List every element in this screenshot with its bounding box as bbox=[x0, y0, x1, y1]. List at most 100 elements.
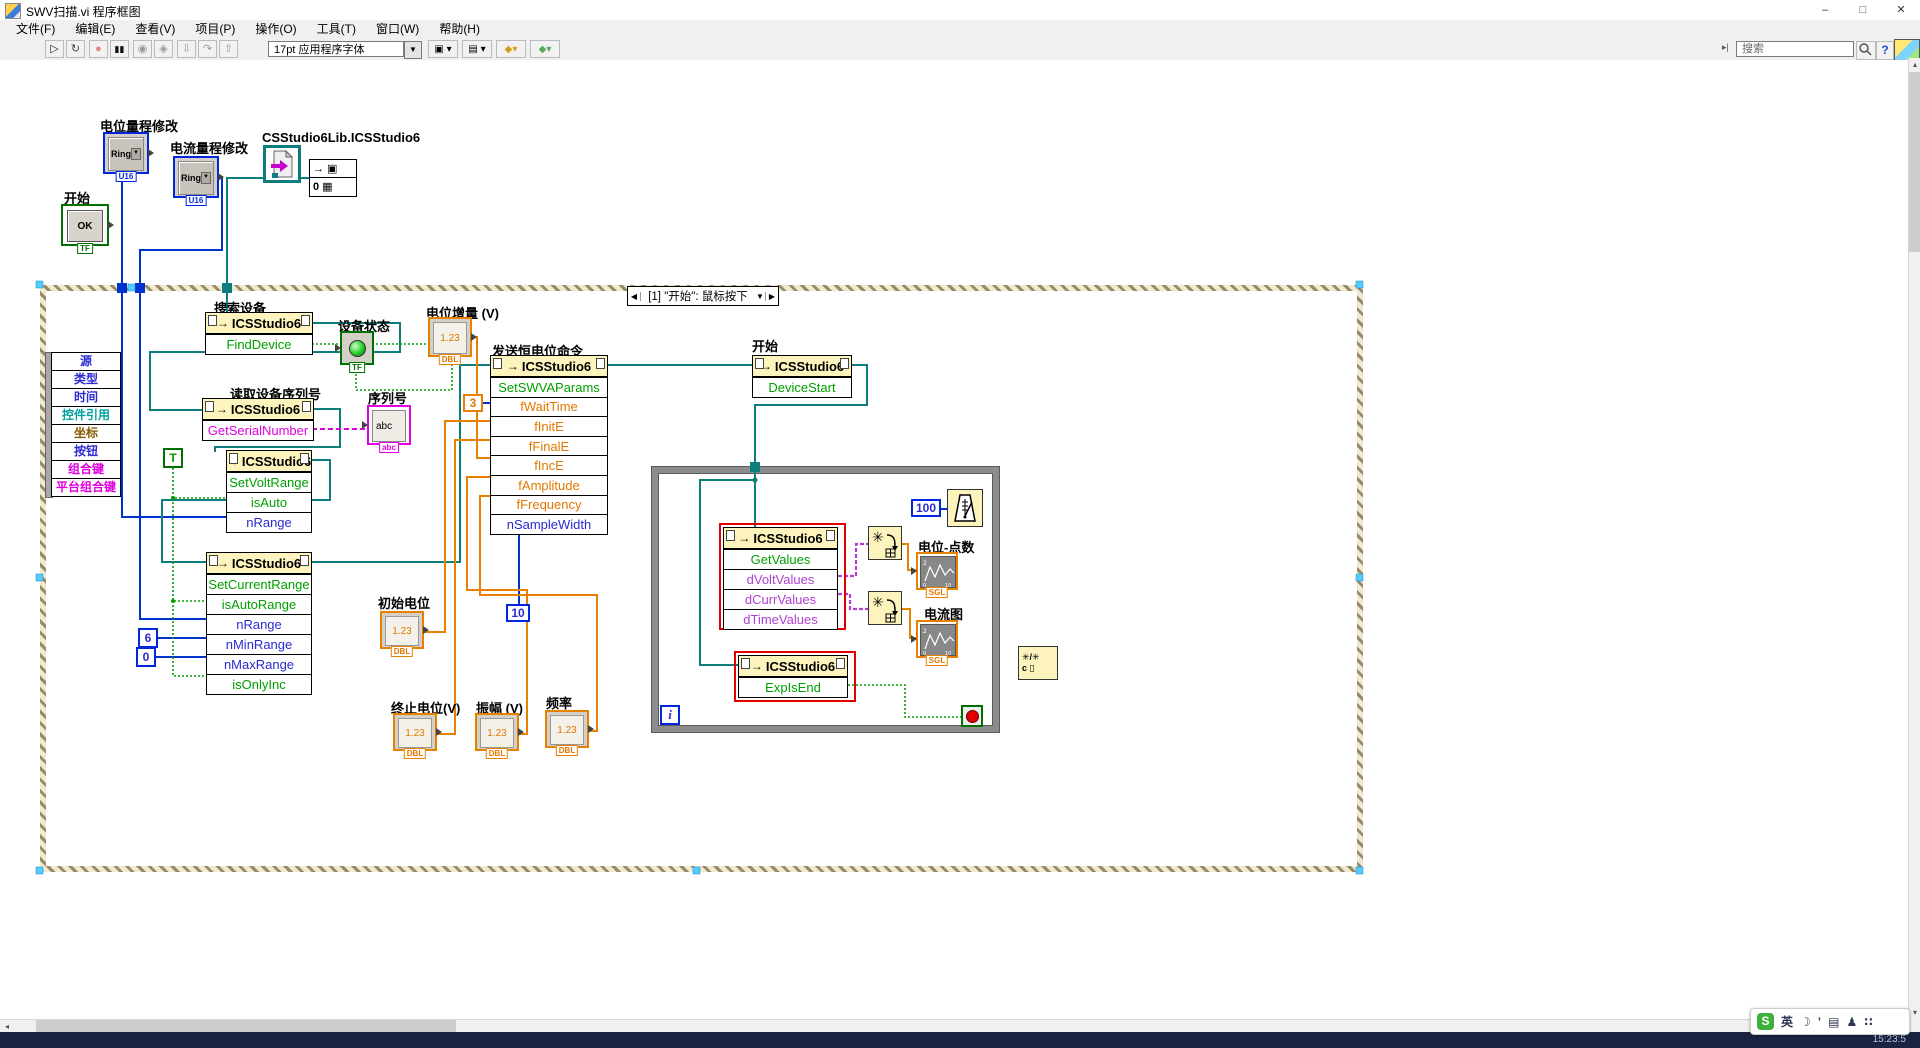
start-ok-button-terminal[interactable]: OK TF bbox=[61, 204, 109, 246]
true-constant[interactable]: T bbox=[163, 448, 183, 468]
abort-button[interactable]: ● bbox=[89, 40, 108, 58]
search-collapse-icon[interactable]: ▸| bbox=[1722, 42, 1729, 53]
current-chart-terminal[interactable]: 2010 SGL bbox=[916, 620, 958, 658]
ime-language-toggle[interactable]: 英 bbox=[1781, 1013, 1793, 1030]
moon-icon[interactable]: ☽ bbox=[1800, 1015, 1811, 1029]
invoke-node-set-current-range[interactable]: →ICSStudio6 SetCurrentRange isAutoRange … bbox=[206, 552, 312, 695]
method-row[interactable]: FindDevice bbox=[206, 334, 312, 354]
method-row[interactable]: SetSWVAParams bbox=[491, 377, 607, 397]
scroll-up-icon[interactable]: ▴ bbox=[1908, 58, 1920, 71]
font-selector[interactable]: 17pt 应用程序字体 bbox=[268, 41, 404, 57]
wait-time-constant[interactable]: 3 bbox=[463, 394, 483, 412]
method-row[interactable]: GetSerialNumber bbox=[203, 420, 313, 440]
step-out-button[interactable]: ⇧ bbox=[219, 40, 238, 58]
ring-dropdown-icon[interactable]: ▼ bbox=[201, 172, 211, 184]
param-row[interactable]: isOnlyInc bbox=[207, 674, 311, 694]
method-row[interactable]: DeviceStart bbox=[753, 377, 851, 397]
invoke-node-device-start[interactable]: →ICSStudio6 DeviceStart bbox=[752, 355, 852, 398]
param-row[interactable]: fFrequency bbox=[491, 495, 607, 515]
min-range-constant[interactable]: 6 bbox=[138, 628, 158, 648]
step-over-button[interactable]: ↷ bbox=[198, 40, 217, 58]
menu-help[interactable]: 帮助(H) bbox=[429, 20, 490, 38]
prev-case-icon[interactable]: ◀ bbox=[628, 292, 641, 301]
event-case-selector[interactable]: ◀ [1] "开始": 鼠标按下 ▼ ▶ bbox=[627, 286, 779, 306]
pot-points-chart-terminal[interactable]: 2010 SGL bbox=[916, 552, 958, 590]
device-status-led[interactable]: TF bbox=[340, 331, 374, 365]
menu-edit[interactable]: 编辑(E) bbox=[65, 20, 125, 38]
param-row[interactable]: dTimeValues bbox=[724, 609, 837, 629]
invoke-node-get-values[interactable]: →ICSStudio6 GetValues dVoltValues dCurrV… bbox=[723, 527, 838, 630]
maximize-button[interactable]: □ bbox=[1844, 0, 1882, 20]
event-data-node[interactable]: 源 类型 时间 控件引用 坐标 按钮 组合键 平台组合键 bbox=[51, 352, 121, 497]
method-row[interactable]: ExpIsEnd bbox=[739, 677, 847, 697]
pot-range-ring-control[interactable]: Ring▼ U16 bbox=[103, 132, 149, 174]
invoke-node-set-swva-params[interactable]: →ICSStudio6 SetSWVAParams fWaitTime fIni… bbox=[490, 355, 608, 535]
param-row[interactable]: isAutoRange bbox=[207, 594, 311, 614]
param-row[interactable]: fAmplitude bbox=[491, 475, 607, 495]
sogou-logo-icon[interactable]: S bbox=[1757, 1013, 1774, 1030]
final-pot-control[interactable]: 1.23 DBL bbox=[393, 713, 437, 751]
cluster-vi-icon[interactable]: ✳/✳ c ▯ bbox=[1018, 646, 1058, 680]
param-row[interactable]: fFinalE bbox=[491, 436, 607, 456]
method-row[interactable]: GetValues bbox=[724, 549, 837, 569]
keyboard-icon[interactable]: ▤ bbox=[1828, 1015, 1839, 1029]
pot-inc-control[interactable]: 1.23 DBL bbox=[428, 317, 472, 357]
menu-window[interactable]: 窗口(W) bbox=[366, 20, 429, 38]
run-button[interactable]: ▷ bbox=[45, 40, 64, 58]
person-icon[interactable]: ♟ bbox=[1846, 1015, 1857, 1029]
max-range-constant[interactable]: 0 bbox=[136, 647, 156, 667]
param-row[interactable]: fIncE bbox=[491, 455, 607, 475]
sample-width-constant[interactable]: 10 bbox=[506, 604, 530, 622]
menu-project[interactable]: 项目(P) bbox=[185, 20, 245, 38]
param-row[interactable]: nRange bbox=[207, 614, 311, 634]
method-row[interactable]: SetVoltRange bbox=[227, 472, 311, 492]
loop-condition-terminal[interactable] bbox=[961, 705, 983, 727]
invoke-node-exp-is-end[interactable]: →ICSStudio6 ExpIsEnd bbox=[738, 655, 848, 698]
invoke-node-get-serial[interactable]: →ICSStudio6 GetSerialNumber bbox=[202, 398, 314, 441]
param-row[interactable]: fInitE bbox=[491, 416, 607, 436]
align-objects-dropdown[interactable]: ▣ ▾ bbox=[428, 40, 458, 58]
vertical-scrollbar[interactable]: ▴ ▾ bbox=[1908, 58, 1920, 1019]
resize-objects-dropdown[interactable]: ◆▾ bbox=[496, 40, 526, 58]
minimize-button[interactable]: – bbox=[1806, 0, 1844, 20]
property-node[interactable]: →▣ 0▦ bbox=[309, 159, 357, 197]
font-selector-dropdown-icon[interactable]: ▼ bbox=[404, 41, 422, 59]
method-row[interactable]: SetCurrentRange bbox=[207, 574, 311, 594]
horizontal-scrollbar[interactable]: ◂ ▸ bbox=[0, 1019, 1908, 1033]
close-button[interactable]: ✕ bbox=[1882, 0, 1920, 20]
reorder-dropdown[interactable]: ◆▾ bbox=[530, 40, 560, 58]
highlight-execution-button[interactable]: ◉ bbox=[133, 40, 152, 58]
menu-tools[interactable]: 工具(T) bbox=[307, 20, 366, 38]
run-continuous-button[interactable]: ↻ bbox=[66, 40, 85, 58]
param-row[interactable]: nMaxRange bbox=[207, 654, 311, 674]
wait-next-ms-multiple-icon[interactable] bbox=[947, 489, 983, 527]
pause-button[interactable]: ▮▮ bbox=[110, 40, 129, 58]
invoke-node-set-volt-range[interactable]: →ICSStudio6 SetVoltRange isAuto nRange bbox=[226, 450, 312, 533]
vertical-scroll-thumb[interactable] bbox=[1909, 72, 1920, 252]
frequency-control[interactable]: 1.23 DBL bbox=[545, 710, 589, 748]
search-icon[interactable] bbox=[1856, 41, 1876, 60]
ime-toolbar[interactable]: S 英 ☽ ’ ▤ ♟ ∷ bbox=[1750, 1008, 1910, 1035]
punctuation-icon[interactable]: ’ bbox=[1818, 1015, 1821, 1029]
amplitude-control[interactable]: 1.23 DBL bbox=[475, 713, 519, 751]
param-row[interactable]: isAuto bbox=[227, 492, 311, 512]
param-row[interactable]: nRange bbox=[227, 512, 311, 532]
menu-view[interactable]: 查看(V) bbox=[125, 20, 185, 38]
loop-iteration-terminal[interactable]: i bbox=[660, 705, 680, 725]
search-input[interactable]: 搜索 bbox=[1736, 41, 1854, 57]
serial-string-indicator[interactable]: abc abc bbox=[367, 405, 411, 445]
menu-file[interactable]: 文件(F) bbox=[6, 20, 65, 38]
loop-delay-constant[interactable]: 100 bbox=[911, 499, 941, 517]
param-row[interactable]: dCurrValues bbox=[724, 589, 837, 609]
step-into-button[interactable]: ⇩ bbox=[177, 40, 196, 58]
grid-menu-icon[interactable]: ∷ bbox=[1864, 1015, 1872, 1029]
next-case-icon[interactable]: ▶ bbox=[765, 292, 778, 301]
help-button[interactable]: ? bbox=[1876, 41, 1894, 60]
build-waveform-icon[interactable]: ✳ bbox=[868, 526, 902, 560]
param-row[interactable]: nSampleWidth bbox=[491, 514, 607, 534]
param-row[interactable]: nMinRange bbox=[207, 634, 311, 654]
init-pot-control[interactable]: 1.23 DBL bbox=[380, 611, 424, 649]
build-waveform-icon[interactable]: ✳ bbox=[868, 591, 902, 625]
retain-wire-values-button[interactable]: ◈ bbox=[154, 40, 173, 58]
param-row[interactable]: fWaitTime bbox=[491, 397, 607, 417]
